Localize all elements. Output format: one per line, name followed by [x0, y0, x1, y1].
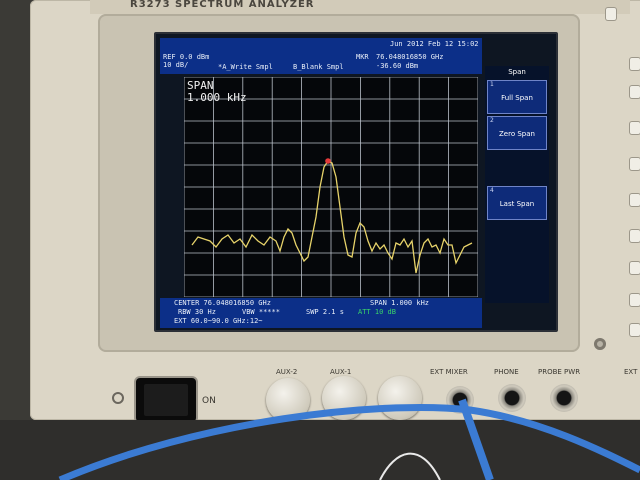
softkey-number: 4 [490, 187, 494, 194]
span-footer: SPAN 1.000 kHz [370, 299, 430, 307]
span-title: SPAN [187, 79, 214, 92]
softkey-label: Full Span [501, 94, 533, 102]
zero-span-softkey[interactable]: 2 Zero Span [487, 116, 547, 150]
center-frequency: CENTER 76.048016850 GHz [174, 299, 271, 307]
ref-level-label: REF 0.0 dBm [163, 53, 210, 61]
ext-mixer-label: EXT MIXER [430, 368, 468, 376]
trace-a-label: *A_Write Smpl [218, 63, 273, 71]
softkey-number: 1 [490, 81, 494, 88]
softkey-menu-title: Span [508, 68, 526, 76]
side-key[interactable] [606, 8, 616, 20]
marker-label: MKR [356, 53, 369, 61]
scale-label: 10 dB/ [163, 61, 189, 69]
side-key[interactable] [630, 58, 640, 70]
probe-pwr-label: PROBE PWR [538, 368, 581, 376]
aux2-label: AUX-2 [276, 368, 298, 376]
phone-label: PHONE [494, 368, 519, 376]
side-key[interactable] [630, 294, 640, 306]
trace-b-label: B_Blank Smpl [293, 63, 344, 71]
rf-cable [58, 398, 640, 480]
status-header: Jun 2012 Feb 12 15:02 REF 0.0 dBm 10 dB/… [160, 38, 482, 74]
spectrum-graph [183, 76, 479, 298]
datetime-label: Jun 2012 Feb 12 15:02 [390, 40, 479, 48]
rbw-label: RBW 30 Hz [178, 308, 216, 316]
marker-level: -36.60 dBm [376, 62, 419, 70]
softkey-number: 2 [490, 117, 494, 124]
sweep-label: SWP 2.1 s [306, 308, 344, 316]
spectrum-plot: SPAN 1.000 kHz [183, 76, 479, 298]
softkey-panel: Span 1 Full Span 2 Zero Span 4 Last Span [485, 66, 549, 303]
side-key[interactable] [630, 230, 640, 242]
status-footer: CENTER 76.048016850 GHz SPAN 1.000 kHz R… [160, 298, 482, 328]
side-key[interactable] [630, 158, 640, 170]
side-key[interactable] [630, 262, 640, 274]
span-value: 1.000 kHz [187, 91, 247, 104]
softkey-label: Last Span [499, 200, 535, 208]
side-key[interactable] [630, 194, 640, 206]
ext-label: EXT [624, 368, 638, 376]
attenuation-label: ATT 10 dB [358, 308, 396, 316]
last-span-softkey[interactable]: 4 Last Span [487, 186, 547, 220]
spectrum-trace [191, 160, 473, 274]
side-key[interactable] [630, 324, 640, 336]
full-span-softkey[interactable]: 1 Full Span [487, 80, 547, 114]
vbw-label: VBW ***** [242, 308, 280, 316]
ext-mixer-range: EXT 60.0~90.0 GHz:12~ [174, 317, 263, 325]
aux1-label: AUX-1 [330, 368, 352, 376]
indicator-led [594, 338, 606, 350]
softkey-label: Zero Span [499, 130, 535, 138]
peak-marker [325, 158, 331, 164]
marker-frequency: 76.048016850 GHz [376, 53, 444, 61]
side-key[interactable] [630, 122, 640, 134]
brand-strip: R3273 SPECTRUM ANALYZER [90, 0, 630, 14]
side-key[interactable] [630, 86, 640, 98]
